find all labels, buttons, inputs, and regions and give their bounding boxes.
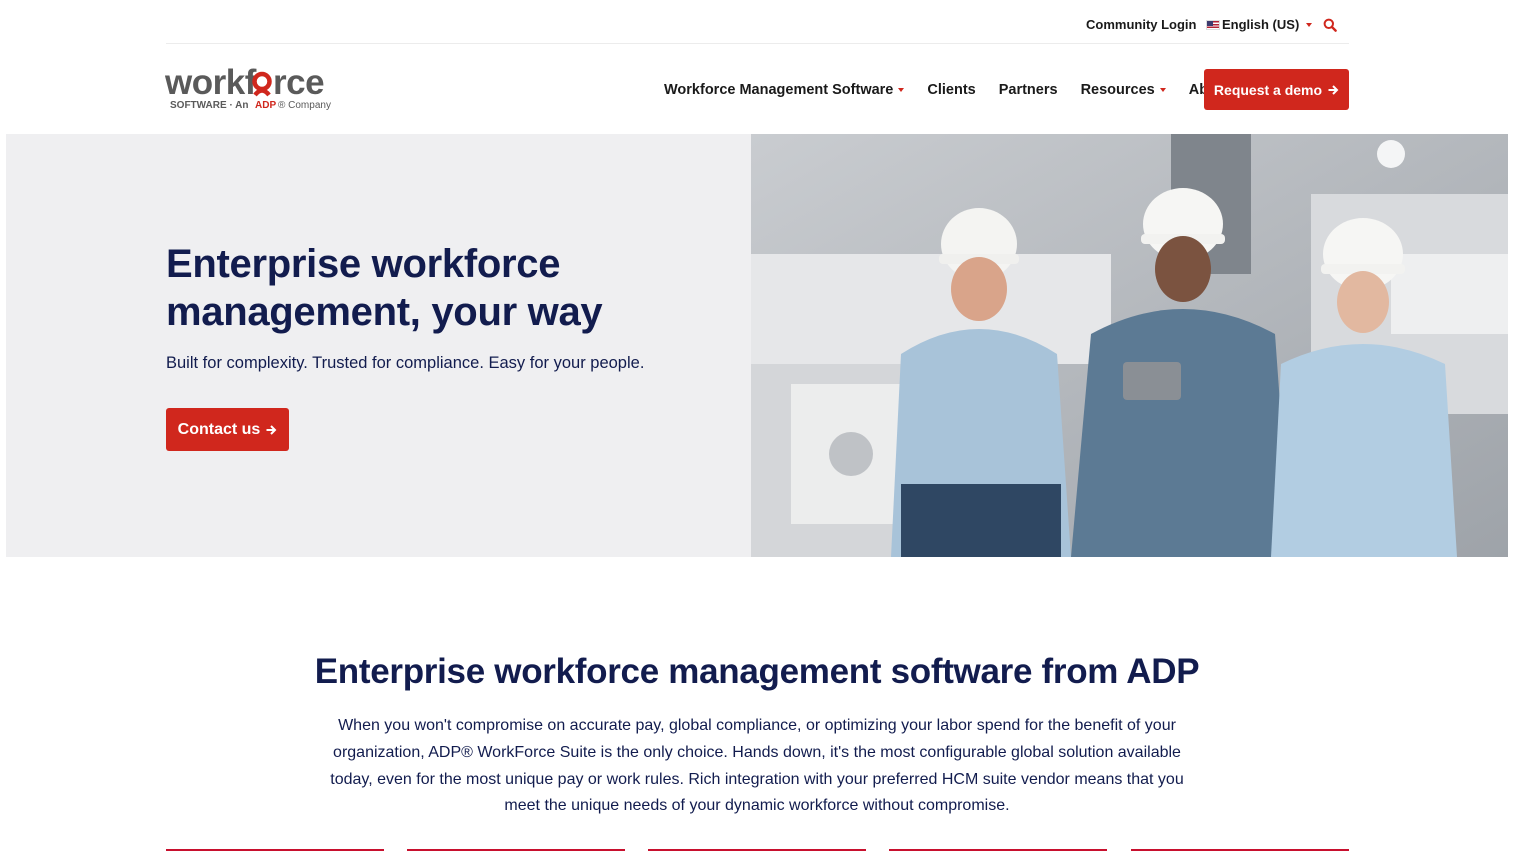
svg-text:SOFTWARE · An: SOFTWARE · An — [170, 100, 249, 111]
hero-section: Enterprise workforce management, your wa… — [6, 134, 1508, 557]
hero-photo-image — [751, 134, 1508, 557]
nav-item-label: Partners — [998, 82, 1058, 98]
section-title: Enterprise workforce management software… — [314, 652, 1200, 691]
caret-down-icon — [1306, 22, 1313, 27]
request-demo-label: Request a demo — [1213, 81, 1323, 98]
svg-text:workf: workf — [165, 64, 257, 102]
search-icon — [1323, 18, 1337, 32]
hero-photo — [751, 134, 1508, 557]
main-nav: Workforce Management Software Clients Pa… — [664, 80, 1231, 100]
contact-us-button[interactable]: Contact us — [166, 408, 289, 451]
language-label: English (US) — [1222, 17, 1300, 32]
section-body: When you won't compromise on accurate pa… — [330, 717, 1184, 815]
nav-item-partners[interactable]: Partners — [999, 82, 1058, 98]
nav-item-label: Clients — [927, 82, 976, 98]
contact-us-label: Contact us — [177, 420, 261, 438]
hero-title: Enterprise workforce management, your wa… — [166, 242, 603, 334]
workforce-logo-image: workf rce SOFTWARE · An ADP ® Company — [164, 63, 331, 111]
nav-item-resources[interactable]: Resources — [1081, 82, 1166, 98]
nav-item-label: Resources — [1080, 82, 1155, 98]
utility-bar: Community Login English (US) — [166, 0, 1349, 44]
caret-down-icon — [898, 88, 905, 92]
card-top-border — [1131, 849, 1349, 851]
caret-down-icon — [1159, 88, 1166, 92]
card-top-border — [648, 849, 866, 851]
community-login-link[interactable]: Community Login — [1086, 17, 1197, 32]
svg-text:ADP: ADP — [255, 100, 276, 111]
nav-item-label: Workforce Management Software — [664, 82, 894, 98]
svg-text:® Company: ® Company — [278, 100, 331, 111]
hero-text-panel: Enterprise workforce management, your wa… — [6, 134, 751, 557]
workforce-logo[interactable]: workf rce SOFTWARE · An ADP ® Company — [164, 63, 335, 114]
arrow-right-icon — [266, 424, 277, 435]
nav-item-clients[interactable]: Clients — [927, 82, 975, 98]
hero-subtitle: Built for complexity. Trusted for compli… — [166, 354, 645, 372]
search-button[interactable] — [1323, 18, 1339, 34]
request-demo-button[interactable]: Request a demo — [1204, 69, 1349, 110]
language-selector[interactable]: English (US) — [1206, 17, 1313, 32]
card-top-border — [889, 849, 1107, 851]
card-top-border — [166, 849, 384, 851]
us-flag-icon — [1206, 19, 1220, 30]
nav-item-workforce-management-software[interactable]: Workforce Management Software — [664, 82, 905, 98]
arrow-right-icon — [1328, 84, 1339, 95]
card-top-border — [407, 849, 625, 851]
svg-text:rce: rce — [273, 64, 324, 102]
